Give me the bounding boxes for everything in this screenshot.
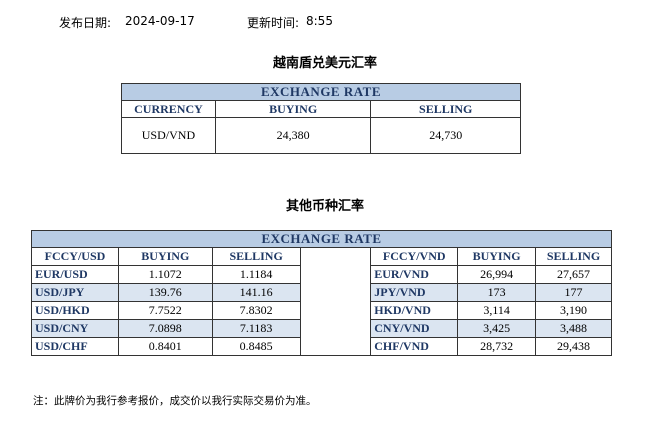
left-buy: 7.7522: [117, 301, 213, 320]
footnote: 注：此牌价为我行参考报价，成交价以我行实际交易价为准。: [33, 395, 317, 407]
right-sell: 3,190: [535, 301, 612, 320]
col-buying: BUYING: [214, 100, 372, 118]
left-sell: 0.8485: [211, 337, 301, 356]
currency-cell: USD/VND: [121, 117, 216, 154]
update-time-label: 更新时间:: [247, 16, 300, 30]
left-sell: 7.1183: [211, 319, 301, 338]
left-buy: 139.76: [117, 283, 213, 302]
left-sell: 141.16: [211, 283, 301, 302]
right-buy: 26,994: [457, 265, 537, 284]
publish-date-label: 发布日期:: [59, 16, 112, 30]
vnd-table-title: EXCHANGE RATE: [121, 83, 521, 101]
col-fccy-vnd: FCCY/VND: [370, 247, 459, 266]
left-code: USD/CHF: [31, 337, 119, 356]
right-code: JPY/VND: [370, 283, 459, 302]
right-code: HKD/VND: [370, 301, 459, 320]
right-code: CHF/VND: [370, 337, 459, 356]
col-right-selling: SELLING: [535, 247, 612, 266]
col-left-selling: SELLING: [211, 247, 301, 266]
right-buy: 3,425: [457, 319, 537, 338]
right-code: CNY/VND: [370, 319, 459, 338]
col-currency: CURRENCY: [121, 100, 216, 118]
update-time: 8:55: [306, 14, 333, 28]
col-fccy-usd: FCCY/USD: [31, 247, 119, 266]
left-buy: 1.1072: [117, 265, 213, 284]
left-code: USD/CNY: [31, 319, 119, 338]
buying-cell: 24,380: [214, 117, 372, 154]
right-code: EUR/VND: [370, 265, 459, 284]
left-sell: 7.8302: [211, 301, 301, 320]
right-sell: 29,438: [535, 337, 612, 356]
vnd-rate-table: EXCHANGE RATE CURRENCY BUYING SELLING US…: [121, 83, 521, 154]
left-buy: 0.8401: [117, 337, 213, 356]
col-right-buying: BUYING: [457, 247, 537, 266]
vnd-section-title: 越南盾兑美元汇率: [272, 56, 377, 71]
selling-cell: 24,730: [370, 117, 521, 154]
other-section-title: 其他币种汇率: [285, 199, 364, 214]
col-left-buying: BUYING: [117, 247, 213, 266]
right-sell: 27,657: [535, 265, 612, 284]
right-buy: 3,114: [457, 301, 537, 320]
right-buy: 28,732: [457, 337, 537, 356]
left-code: EUR/USD: [31, 265, 119, 284]
right-sell: 177: [535, 283, 612, 302]
left-buy: 7.0898: [117, 319, 213, 338]
right-sell: 3,488: [535, 319, 612, 338]
spacer-column: [299, 247, 372, 356]
right-buy: 173: [457, 283, 537, 302]
other-rate-table: EXCHANGE RATE FCCY/USD BUYING SELLING FC…: [31, 230, 612, 356]
col-selling: SELLING: [370, 100, 521, 118]
left-code: USD/JPY: [31, 283, 119, 302]
left-sell: 1.1184: [211, 265, 301, 284]
table-row: USD/VND 24,380 24,730: [121, 117, 521, 154]
publish-date: 2024-09-17: [125, 14, 195, 28]
other-table-title: EXCHANGE RATE: [31, 230, 612, 248]
left-code: USD/HKD: [31, 301, 119, 320]
